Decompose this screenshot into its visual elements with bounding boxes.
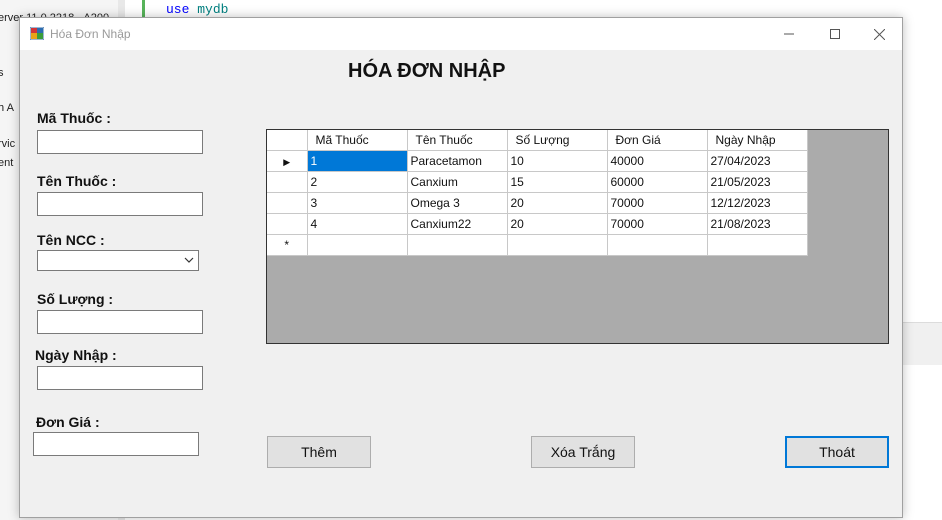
grid-cell-empty[interactable] xyxy=(407,234,508,256)
ma-thuoc-label: Mã Thuốc : xyxy=(37,110,111,126)
ten-ncc-combobox[interactable] xyxy=(37,250,199,271)
grid-cell[interactable]: 1 xyxy=(307,150,408,172)
current-row-marker-icon: ▶ xyxy=(283,156,291,167)
ide-fragment-1: h A xyxy=(0,102,14,114)
grid-cell[interactable]: 20 xyxy=(507,192,608,214)
window-title: Hóa Đơn Nhập xyxy=(50,27,131,41)
minimize-button[interactable] xyxy=(766,18,812,50)
grid-cell[interactable]: Canxium xyxy=(407,171,508,193)
grid-table: Mã Thuốc Tên Thuốc Số Lượng Đơn Giá Ngày… xyxy=(267,130,808,256)
ide-code-line: use mydb xyxy=(166,2,228,17)
close-button[interactable] xyxy=(856,18,902,50)
hoa-don-nhap-window: Hóa Đơn Nhập HÓA ĐƠN NHẬP Mã Thuốc : Tên… xyxy=(19,17,903,518)
grid-cell[interactable]: 2 xyxy=(307,171,408,193)
code-keyword: use xyxy=(166,2,190,17)
column-header-don-gia[interactable]: Đơn Giá xyxy=(607,130,708,151)
ide-fragment-4: s xyxy=(0,67,4,79)
row-header[interactable] xyxy=(267,171,308,193)
grid-cell[interactable]: 4 xyxy=(307,213,408,235)
grid-cell[interactable]: 70000 xyxy=(607,213,708,235)
maximize-button[interactable] xyxy=(812,18,858,50)
grid-cell[interactable]: 10 xyxy=(507,150,608,172)
row-header[interactable] xyxy=(267,213,308,235)
ma-thuoc-input[interactable] xyxy=(37,130,203,154)
ten-ncc-label: Tên NCC : xyxy=(37,232,105,248)
don-gia-label: Đơn Giá : xyxy=(36,414,100,430)
row-header-new[interactable]: * xyxy=(267,234,308,256)
grid-header-row: Mã Thuốc Tên Thuốc Số Lượng Đơn Giá Ngày… xyxy=(267,130,808,151)
column-header-so-luong[interactable]: Số Lượng xyxy=(507,130,608,151)
table-row[interactable]: 3 Omega 3 20 70000 12/12/2023 xyxy=(267,192,808,214)
grid-cell-empty[interactable] xyxy=(507,234,608,256)
ten-thuoc-label: Tên Thuốc : xyxy=(37,173,117,189)
grid-cell[interactable]: 15 xyxy=(507,171,608,193)
grid-cell[interactable]: 60000 xyxy=(607,171,708,193)
row-header[interactable] xyxy=(267,192,308,214)
ngay-nhap-label: Ngày Nhập : xyxy=(35,347,117,363)
grid-corner-header[interactable] xyxy=(267,130,308,151)
grid-cell[interactable]: 20 xyxy=(507,213,608,235)
chevron-down-icon[interactable] xyxy=(183,254,195,266)
column-header-ten-thuoc[interactable]: Tên Thuốc xyxy=(407,130,508,151)
close-icon xyxy=(873,28,885,40)
grid-cell[interactable]: 40000 xyxy=(607,150,708,172)
thoat-button[interactable]: Thoát xyxy=(785,436,889,468)
ten-thuoc-input[interactable] xyxy=(37,192,203,216)
ngay-nhap-input[interactable] xyxy=(37,366,203,390)
title-bar[interactable]: Hóa Đơn Nhập xyxy=(20,18,902,50)
grid-cell[interactable]: 12/12/2023 xyxy=(707,192,808,214)
table-row[interactable]: 2 Canxium 15 60000 21/05/2023 xyxy=(267,171,808,193)
ide-panel-fragment xyxy=(903,322,942,365)
grid-cell-empty[interactable] xyxy=(607,234,708,256)
column-header-ngay-nhap[interactable]: Ngày Nhập xyxy=(707,130,808,151)
form-heading: HÓA ĐƠN NHẬP xyxy=(348,60,506,82)
them-button[interactable]: Thêm xyxy=(267,436,371,468)
don-gia-input[interactable] xyxy=(33,432,199,456)
grid-cell[interactable]: Canxium22 xyxy=(407,213,508,235)
row-header-current[interactable]: ▶ xyxy=(267,150,308,172)
grid-cell[interactable]: 27/04/2023 xyxy=(707,150,808,172)
hoa-don-data-grid[interactable]: Mã Thuốc Tên Thuốc Số Lượng Đơn Giá Ngày… xyxy=(266,129,889,344)
grid-cell[interactable]: 3 xyxy=(307,192,408,214)
grid-cell-empty[interactable] xyxy=(707,234,808,256)
maximize-icon xyxy=(830,29,840,39)
column-header-ma-thuoc[interactable]: Mã Thuốc xyxy=(307,130,408,151)
grid-cell-empty[interactable] xyxy=(307,234,408,256)
grid-cell[interactable]: Omega 3 xyxy=(407,192,508,214)
grid-cell[interactable]: Paracetamon xyxy=(407,150,508,172)
minimize-icon xyxy=(784,33,794,35)
new-row-marker-icon: * xyxy=(284,237,290,252)
ide-fragment-2: rvic xyxy=(0,138,16,150)
form-app-icon xyxy=(30,27,44,40)
new-row[interactable]: * xyxy=(267,234,808,256)
so-luong-input[interactable] xyxy=(37,310,203,334)
grid-cell[interactable]: 21/08/2023 xyxy=(707,213,808,235)
xoa-trang-button[interactable]: Xóa Trắng xyxy=(531,436,635,468)
grid-cell[interactable]: 21/05/2023 xyxy=(707,171,808,193)
ide-fragment-3: ent xyxy=(0,157,14,169)
grid-cell[interactable]: 70000 xyxy=(607,192,708,214)
code-identifier: mydb xyxy=(197,2,229,17)
table-row[interactable]: ▶ 1 Paracetamon 10 40000 27/04/2023 xyxy=(267,150,808,172)
table-row[interactable]: 4 Canxium22 20 70000 21/08/2023 xyxy=(267,213,808,235)
so-luong-label: Số Lượng : xyxy=(37,291,114,307)
